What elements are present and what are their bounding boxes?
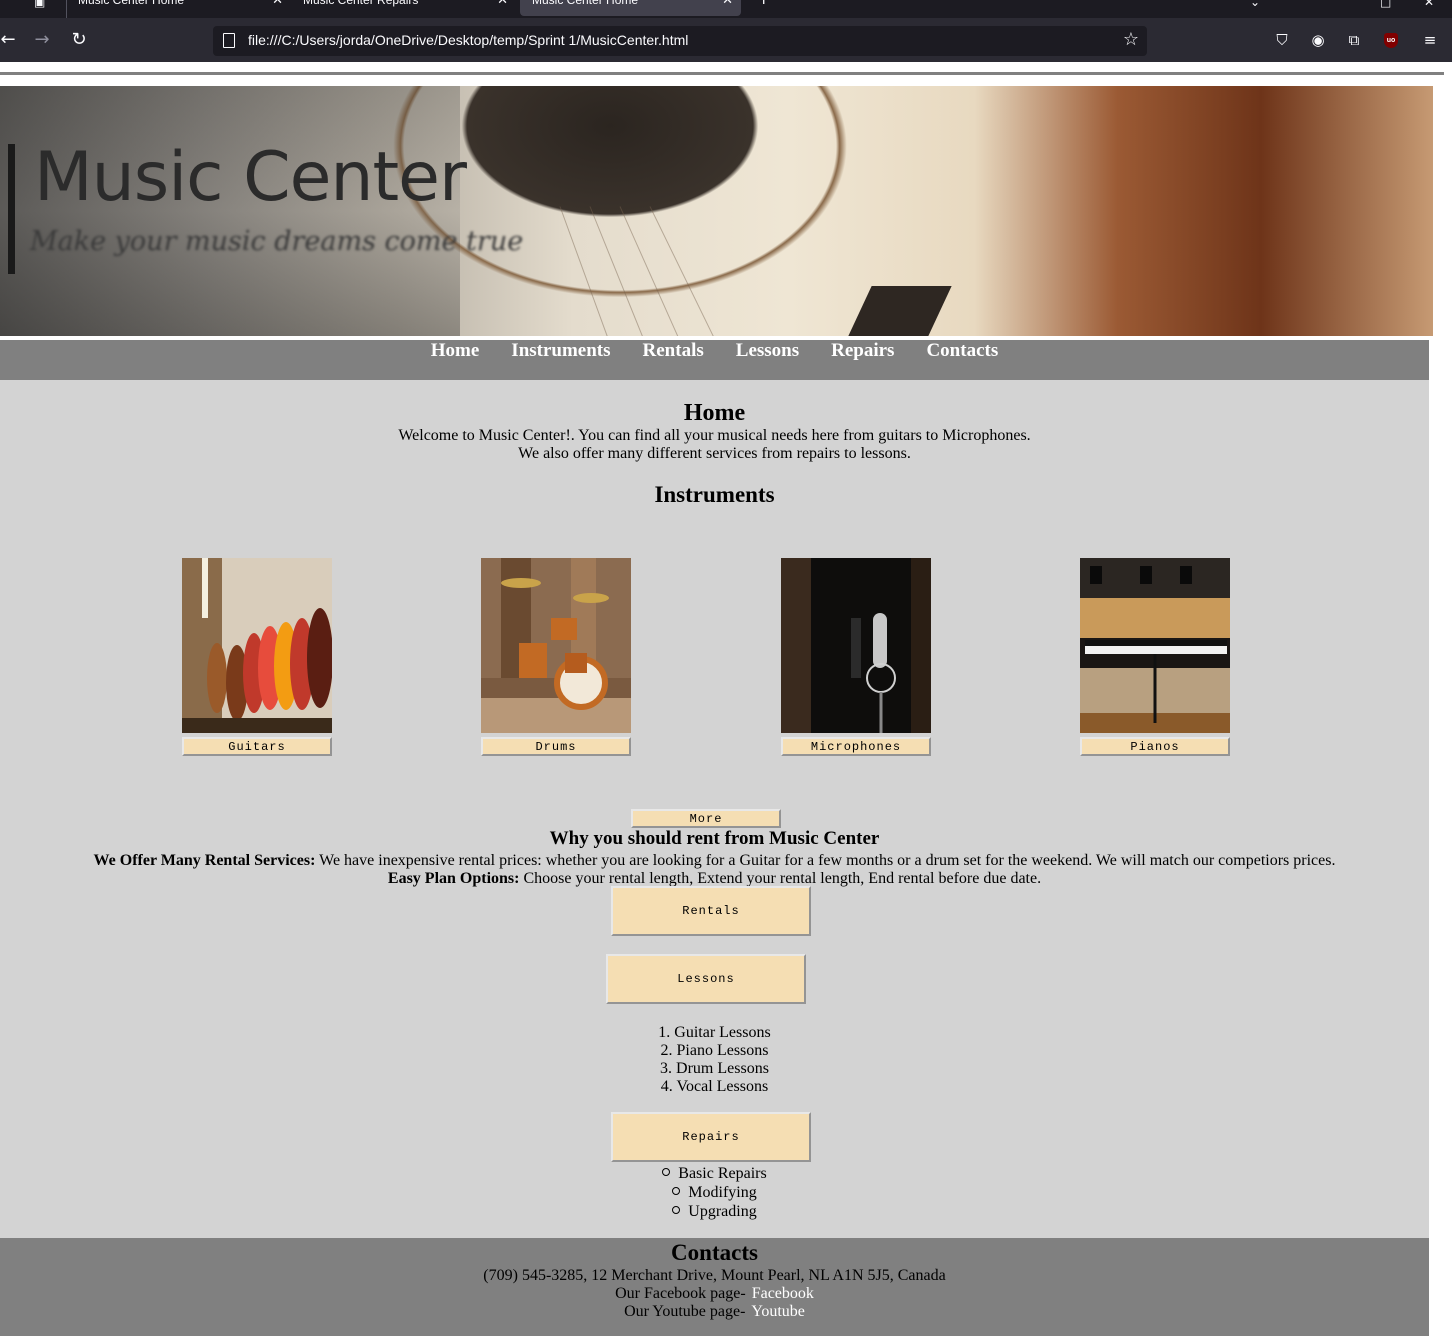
menu-icon[interactable]: ≡ (1420, 30, 1440, 50)
instrument-card-pianos: Pianos (1080, 558, 1230, 756)
lesson-item: 2. Piano Lessons (660, 1042, 769, 1059)
forward-icon[interactable]: → (30, 28, 54, 52)
drums-button[interactable]: Drums (481, 737, 631, 756)
drums-image[interactable] (481, 558, 631, 733)
contact-address: (709) 545-3285, 12 Merchant Drive, Mount… (483, 1267, 946, 1284)
tab-list-icon[interactable]: ▣ (34, 0, 45, 8)
lessons-button[interactable]: Lessons (606, 954, 806, 1004)
repairs-button[interactable]: Repairs (611, 1112, 811, 1162)
page-icon (223, 33, 235, 48)
bookmark-star-icon[interactable]: ☆ (1123, 29, 1139, 50)
ublock-icon[interactable]: uo (1384, 33, 1398, 48)
repair-item: Upgrading (0, 1203, 1429, 1221)
banner-accent-bar (8, 144, 15, 274)
maximize-icon[interactable]: □ (1380, 0, 1391, 8)
microphones-button[interactable]: Microphones (781, 737, 931, 756)
instrument-card-microphones: Microphones (781, 558, 931, 756)
guitars-image[interactable] (182, 558, 332, 733)
circle-bullet-icon (672, 1187, 681, 1195)
back-icon[interactable]: ← (0, 28, 20, 52)
extensions-icon[interactable]: ⧉ (1344, 30, 1364, 50)
instruments-heading: Instruments (654, 482, 775, 507)
browser-tab-strip: ▣ Music Center Home ✕ Music Center Repai… (0, 0, 1452, 18)
repair-item-label: Basic Repairs (678, 1165, 767, 1182)
main-content: Home Welcome to Music Center!. You can f… (0, 380, 1429, 1238)
youtube-prefix: Our Youtube page- (624, 1303, 746, 1320)
youtube-line: Our Youtube page- Youtube (0, 1303, 1429, 1321)
close-icon[interactable]: ✕ (497, 0, 508, 8)
banner-tagline: Make your music dreams come true (30, 226, 524, 257)
rentals-button[interactable]: Rentals (611, 886, 811, 936)
tab-title: Music Center Repairs (303, 0, 419, 7)
reload-icon[interactable]: ↻ (67, 28, 91, 52)
youtube-link[interactable]: Youtube (751, 1303, 805, 1320)
rental-services-line: We Offer Many Rental Services: We have i… (0, 852, 1429, 870)
guitar-bridge (848, 286, 952, 336)
welcome-line: Welcome to Music Center!. You can find a… (398, 427, 1031, 444)
chevron-down-icon[interactable]: ⌄ (1250, 0, 1260, 8)
more-button[interactable]: More (631, 809, 781, 828)
home-heading: Home (683, 400, 746, 426)
repair-item: Basic Repairs (0, 1165, 1429, 1183)
pianos-button[interactable]: Pianos (1080, 737, 1230, 756)
nav-link-repairs[interactable]: Repairs (831, 340, 894, 361)
site-banner: Music Center Make your music dreams come… (0, 86, 1433, 336)
lesson-item: 3. Drum Lessons (660, 1060, 769, 1077)
browser-tab-1[interactable]: Music Center Home ✕ (66, 0, 291, 16)
tab-title: Music Center Home (78, 0, 185, 7)
microphones-image[interactable] (781, 558, 931, 733)
banner-title: Music Center (34, 138, 467, 217)
services-line: We also offer many different services fr… (518, 445, 911, 462)
rental-services-text: We have inexpensive rental prices: wheth… (315, 852, 1336, 869)
site-navigation: Home Instruments Rentals Lessons Repairs… (0, 340, 1429, 380)
url-text[interactable]: file:///C:/Users/jorda/OneDrive/Desktop/… (248, 32, 688, 48)
nav-link-contacts[interactable]: Contacts (926, 340, 998, 361)
tab-title: Music Center Home (532, 0, 639, 7)
close-icon[interactable]: ✕ (272, 0, 283, 8)
circle-bullet-icon (672, 1206, 681, 1214)
lesson-item: 4. Vocal Lessons (660, 1078, 769, 1095)
facebook-link[interactable]: Facebook (752, 1285, 814, 1302)
rental-services-label: We Offer Many Rental Services: (93, 852, 316, 869)
circle-bullet-icon (662, 1168, 671, 1176)
window-close-icon[interactable]: ✕ (1424, 0, 1434, 8)
plan-options-text: Choose your rental length, Extend your r… (519, 870, 1042, 887)
facebook-prefix: Our Facebook page- (615, 1285, 746, 1302)
lesson-item: 1. Guitar Lessons (658, 1024, 771, 1041)
guitar-string (589, 206, 703, 336)
pianos-image[interactable] (1080, 558, 1230, 733)
browser-tab-2[interactable]: Music Center Repairs ✕ (291, 0, 516, 16)
facebook-line: Our Facebook page- Facebook (0, 1285, 1429, 1303)
nav-link-instruments[interactable]: Instruments (511, 340, 610, 361)
repair-item: Modifying (0, 1184, 1429, 1202)
browser-tab-3-active[interactable]: Music Center Home ✕ (520, 0, 741, 16)
guitars-button[interactable]: Guitars (182, 737, 332, 756)
nav-link-home[interactable]: Home (431, 340, 480, 361)
pocket-icon[interactable]: ⛉ (1272, 30, 1292, 50)
account-icon[interactable]: ◉ (1308, 30, 1328, 50)
instrument-card-guitars: Guitars (182, 558, 332, 756)
plan-options-label: Easy Plan Options: (387, 870, 520, 887)
new-tab-icon[interactable]: + (757, 0, 770, 7)
close-icon[interactable]: ✕ (722, 0, 733, 8)
instrument-card-drums: Drums (481, 558, 631, 756)
contacts-footer: Contacts (709) 545-3285, 12 Merchant Dri… (0, 1238, 1429, 1336)
repair-item-label: Upgrading (688, 1203, 757, 1220)
rentals-heading: Why you should rent from Music Center (549, 828, 880, 849)
repair-item-label: Modifying (688, 1184, 757, 1201)
nav-link-lessons[interactable]: Lessons (736, 340, 799, 361)
contacts-heading: Contacts (671, 1240, 758, 1265)
nav-link-rentals[interactable]: Rentals (643, 340, 704, 361)
address-bar[interactable]: file:///C:/Users/jorda/OneDrive/Desktop/… (213, 26, 1147, 56)
browser-toolbar: ← → ↻ file:///C:/Users/jorda/OneDrive/De… (0, 18, 1452, 62)
web-page: Music Center Make your music dreams come… (0, 62, 1452, 1336)
horizontal-rule (0, 72, 1444, 75)
